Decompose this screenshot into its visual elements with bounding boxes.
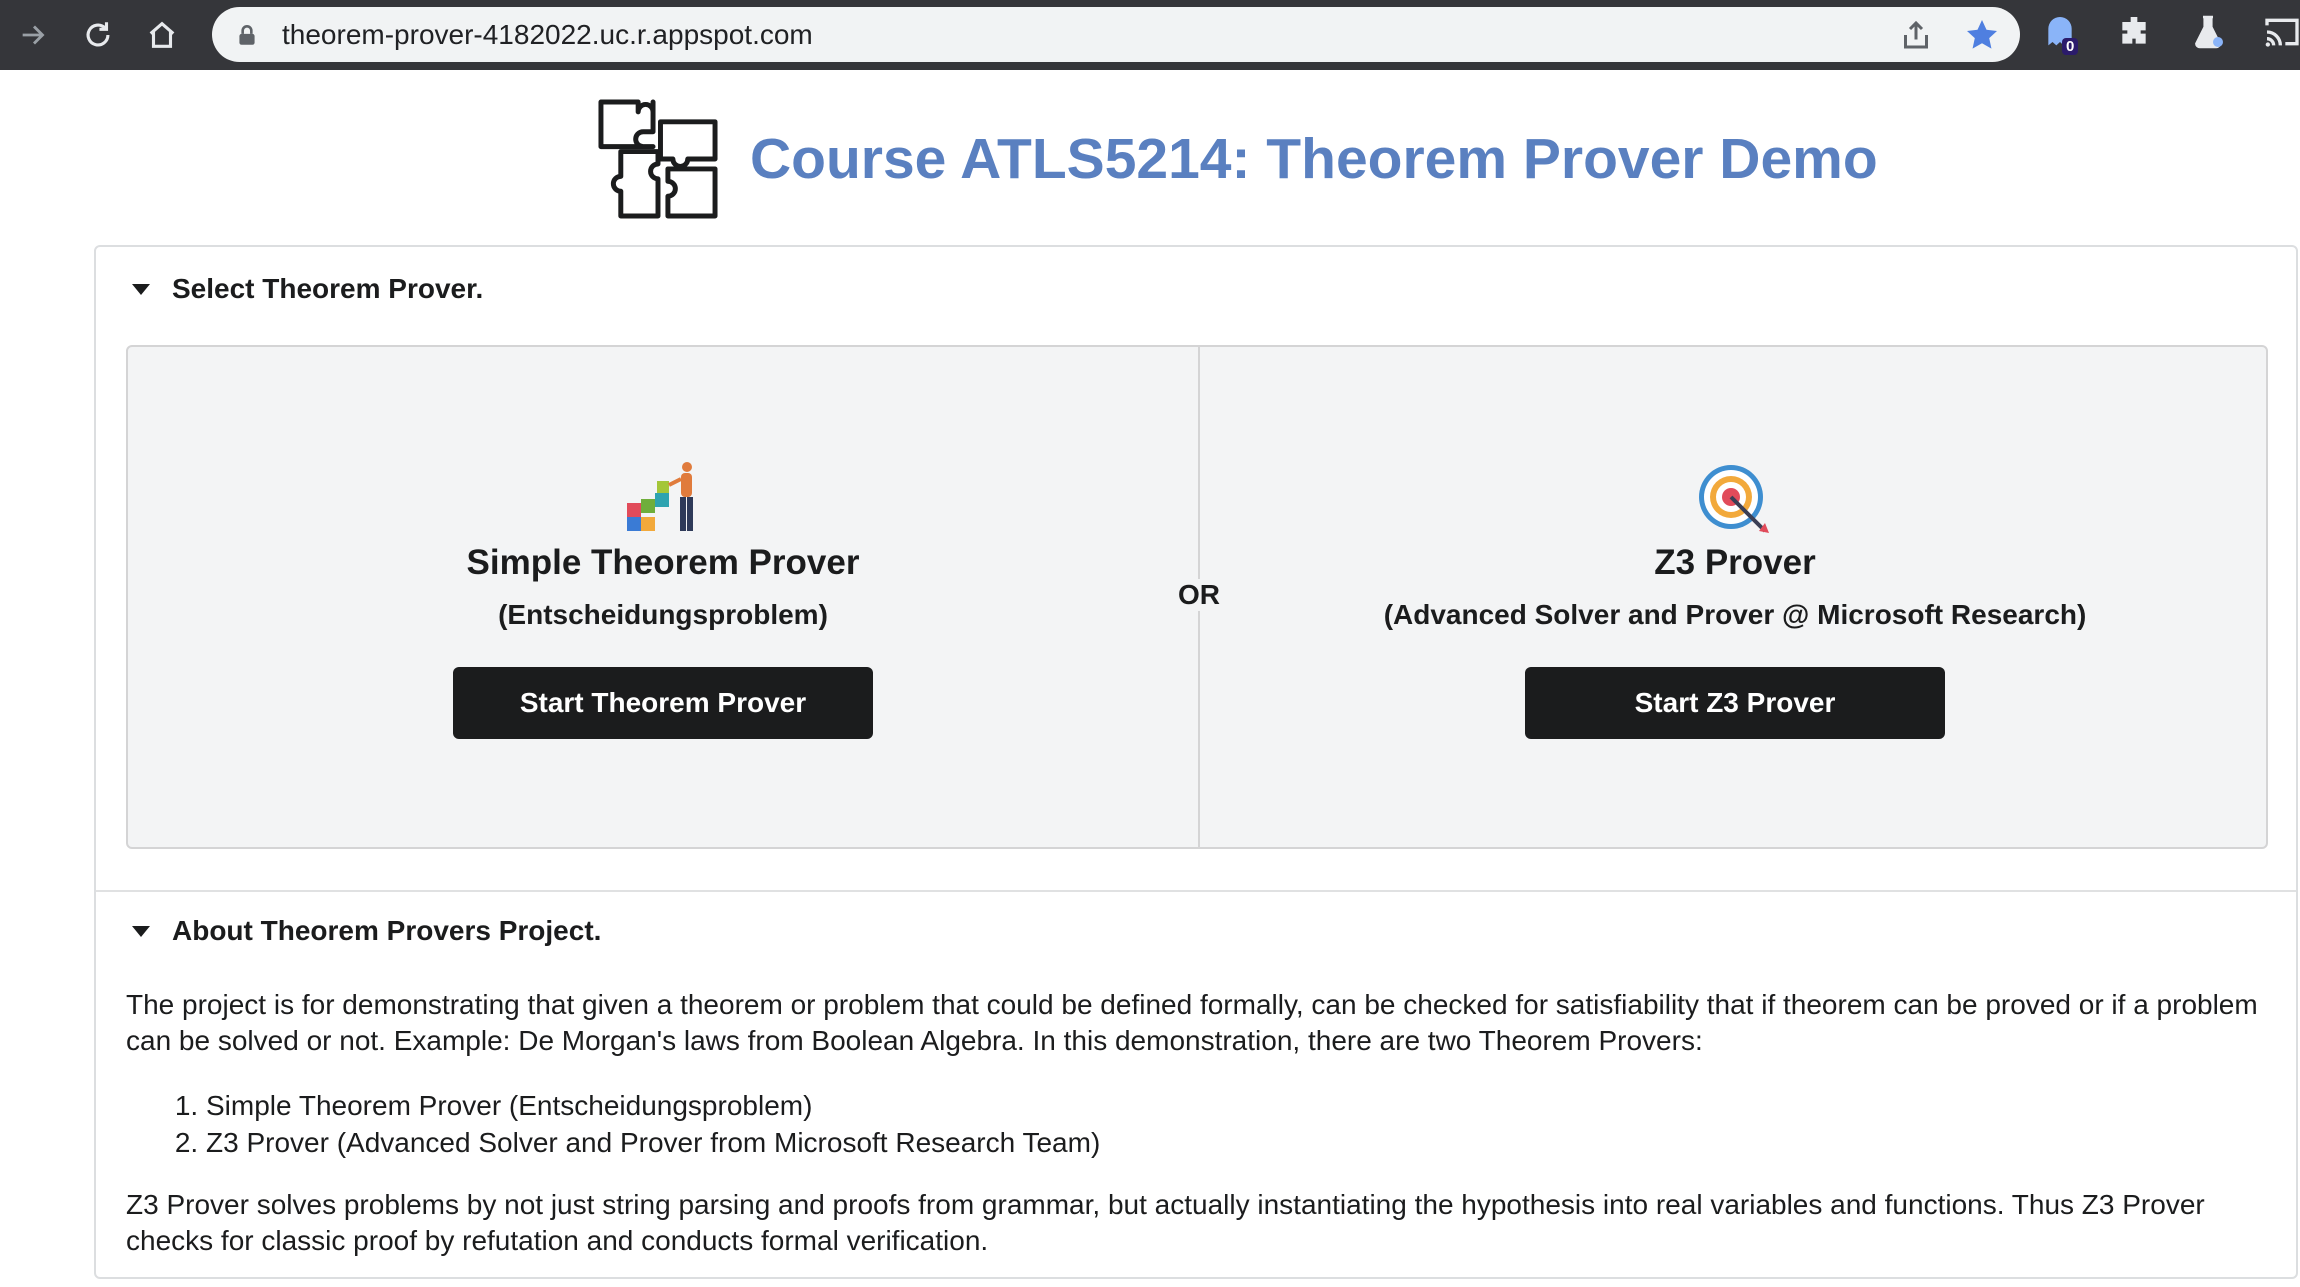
puzzle-logo-icon [598,99,718,219]
z3-prover-column: Z3 Prover (Advanced Solver and Prover @ … [1200,347,2270,847]
z3-prover-title: Z3 Prover [1654,543,1816,582]
flask-icon [2195,15,2223,49]
extensions-button[interactable] [2114,12,2158,56]
forward-button[interactable] [4,5,64,65]
about-accordion-title[interactable]: About Theorem Provers Project. [132,915,601,947]
z3-prover-subtitle: (Advanced Solver and Prover @ Microsoft … [1383,599,2087,630]
about-content: The project is for demonstrating that gi… [126,987,2266,1287]
url-text[interactable]: theorem-prover-4182022.uc.r.appspot.com [282,19,813,51]
reload-button[interactable] [68,5,128,65]
reload-icon [86,22,110,47]
select-prover-title: Select Theorem Prover. [172,273,484,304]
home-button[interactable] [132,5,192,65]
browser-toolbar: theorem-prover-4182022.uc.r.appspot.com … [0,0,2300,70]
home-icon [149,21,175,48]
prover-list: Simple Theorem Prover (Entscheidungsprob… [126,1087,2266,1161]
simple-prover-subtitle: (Entscheidungsproblem) [498,599,828,630]
labs-button[interactable] [2188,12,2232,56]
puzzle-person-icon [627,462,693,531]
extension-ghost-button[interactable]: 0 [2040,12,2084,56]
section-separator [96,890,2296,892]
caret-down-icon [132,283,150,295]
puzzle-icon [2122,17,2146,44]
page-title: Course ATLS5214: Theorem Prover Demo [750,127,1878,191]
list-item: Simple Theorem Prover (Entscheidungsprob… [206,1087,2266,1124]
cast-icon [2265,18,2299,47]
extension-badge: 0 [2062,38,2079,55]
lock-icon[interactable] [234,22,260,48]
select-prover-accordion-title[interactable]: Select Theorem Prover. [132,273,483,305]
caret-down-icon [132,925,150,937]
address-bar[interactable]: theorem-prover-4182022.uc.r.appspot.com [212,7,2020,62]
simple-prover-column: Simple Theorem Prover (Entscheidungsprob… [128,347,1198,847]
start-theorem-prover-button[interactable]: Start Theorem Prover [453,667,873,739]
about-paragraph-2: Z3 Prover solves problems by not just st… [126,1189,2205,1256]
simple-prover-title: Simple Theorem Prover [466,543,860,582]
cast-button[interactable] [2262,12,2300,56]
start-z3-prover-button[interactable]: Start Z3 Prover [1525,667,1945,739]
accordion-panel: Select Theorem Prover. Simple Theorem Pr… [94,245,2298,1279]
page-header: Course ATLS5214: Theorem Prover Demo [596,97,1878,221]
target-icon [1699,465,1769,533]
share-icon[interactable] [1898,17,1934,53]
prover-selection-segment: Simple Theorem Prover (Entscheidungsprob… [126,345,2268,849]
arrow-right-icon [22,25,45,45]
about-title: About Theorem Provers Project. [172,915,602,946]
bookmark-star-icon[interactable] [1964,17,2000,53]
about-paragraph-1: The project is for demonstrating that gi… [126,989,2258,1056]
list-item: Z3 Prover (Advanced Solver and Prover fr… [206,1124,2266,1161]
